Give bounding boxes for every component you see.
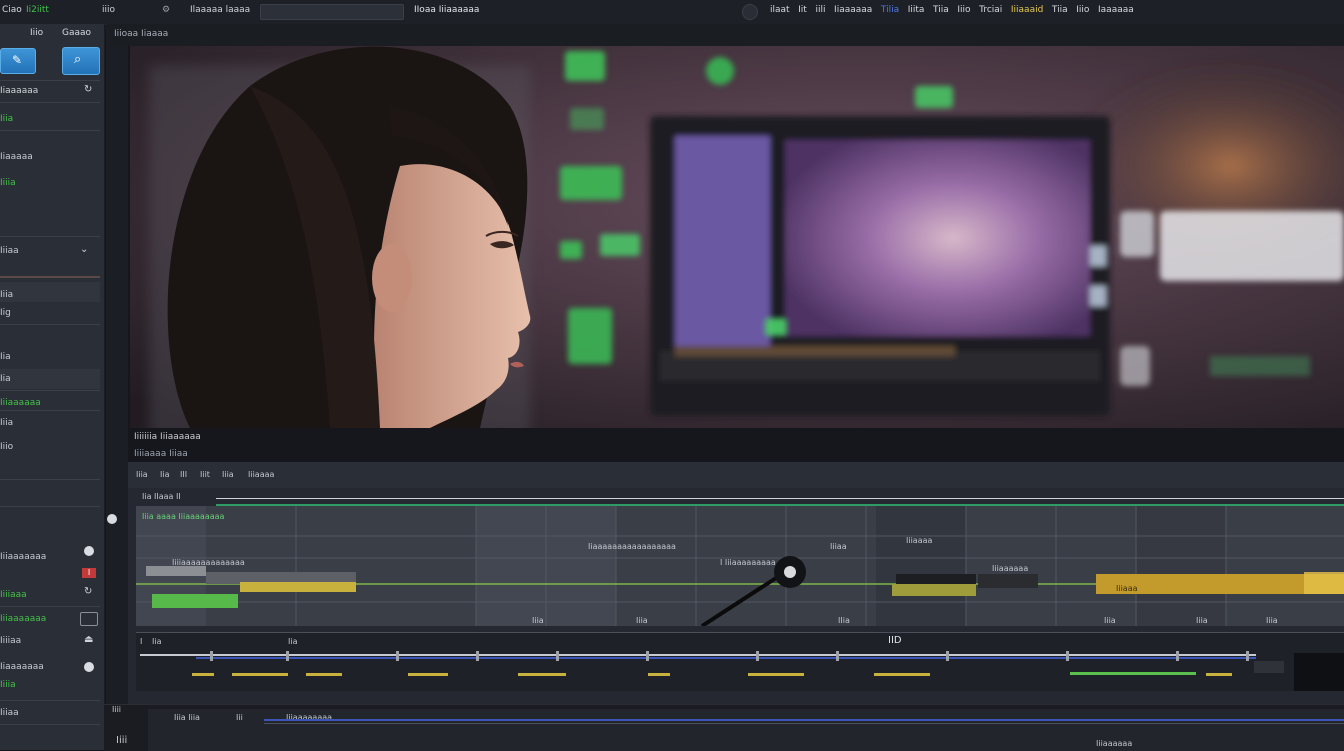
audio-tracks[interactable]: I Iia Iia IID xyxy=(136,632,1344,691)
track-label: Iiia aaaa Iiiaaaaaaaa xyxy=(142,512,225,521)
clip-label: Iiaaaaaaaaaaaaaaaaa xyxy=(588,542,676,551)
clip-label: Iiiaaaa xyxy=(906,536,933,545)
top-search-input[interactable] xyxy=(260,4,404,20)
time-label: Iiia xyxy=(1104,616,1116,625)
sidebar-row[interactable]: Iia xyxy=(0,352,100,362)
time-label: Iiia xyxy=(532,616,544,625)
time-label: Iiia xyxy=(1196,616,1208,625)
clip-label: Iiiaaaaaa xyxy=(992,564,1029,573)
lock-icon[interactable]: ⏏ xyxy=(84,634,93,645)
status-text: Ii2iitt xyxy=(26,5,49,15)
timeline-tool[interactable]: Iiia xyxy=(222,470,234,479)
top-right-item[interactable]: ilaat xyxy=(770,5,790,15)
chevron-down-icon[interactable]: ⌄ xyxy=(80,244,88,255)
timeline-tracks[interactable]: Iiia aaaa Iiiaaaaaaaa Iiaaaaaaaaaaaaaaaa… xyxy=(136,506,1344,628)
option-dot-icon[interactable] xyxy=(84,546,94,556)
top-right-item[interactable]: iili xyxy=(815,5,825,15)
ruler-label: Iia IIaaa II xyxy=(142,492,181,501)
left-sidebar: Iiio Gaaao ✎ ⌕ Iiaaaaaa ↻ Iiia Iiaaaaa I… xyxy=(0,24,105,750)
timeline-toolbar: Iiia Iia III Iiit Iiia Iiiaaaa xyxy=(128,462,1344,488)
top-right-item[interactable]: Iiiaaaid xyxy=(1011,5,1043,15)
sidebar-row[interactable]: Iiio xyxy=(0,442,100,452)
video-preview[interactable] xyxy=(130,46,1344,428)
top-right-item[interactable]: Iiaaaaaa xyxy=(834,5,872,15)
time-label: IIia xyxy=(838,616,850,625)
settings-icon[interactable]: ⚙ xyxy=(162,5,170,15)
clip-subtitle: Iiiiaaaa Iiiaa xyxy=(134,449,188,459)
timeline-tool[interactable]: III xyxy=(180,470,187,479)
pencil-icon: ✎ xyxy=(12,53,23,67)
top-right-item[interactable]: Tilia xyxy=(881,5,899,15)
status-badge: I xyxy=(82,568,96,578)
clip-yellow xyxy=(240,582,356,592)
sidebar-item[interactable]: Iiaaaaa xyxy=(0,152,100,162)
top-right-item[interactable]: Iiita xyxy=(908,5,925,15)
refresh-icon[interactable]: ↻ xyxy=(84,586,92,597)
top-right-item[interactable]: Iaaaaaa xyxy=(1098,5,1134,15)
sidebar-item[interactable]: Iiiaaaaaa xyxy=(0,398,100,408)
clip-label: Iiiiaaaaaaaaaaaaa xyxy=(172,558,245,567)
menu-item-1[interactable]: iiio xyxy=(102,5,115,15)
bottom-label: Iiia Iiia xyxy=(174,713,200,722)
edit-tool-button[interactable]: ✎ xyxy=(0,48,36,74)
bottom-panel: Iiii Iiii Iiia Iiia Iii Iiiaaaaaaaa Iiia… xyxy=(104,704,1344,751)
timeline-tool[interactable]: Iiiaaaa xyxy=(248,470,274,479)
time-label: Iiia xyxy=(636,616,648,625)
preview-frame-image xyxy=(130,46,1344,428)
clip-label: Iiiaaa xyxy=(1116,584,1138,593)
timeline-ruler[interactable]: Iia IIaaa II xyxy=(136,492,1344,506)
viewer-header-label: Iiioaa Iiaaaa xyxy=(114,29,169,39)
window-title: IIoaa Iiiaaaaaa xyxy=(414,5,480,15)
sidebar-item[interactable]: Iiiia xyxy=(0,178,100,188)
top-right-item[interactable]: Iiio xyxy=(1076,5,1089,15)
bottom-label: Iii xyxy=(236,713,243,722)
clip-label: Iiiaa xyxy=(830,542,847,551)
top-right-item[interactable]: Tiia xyxy=(933,5,949,15)
menu-item-2[interactable]: Ilaaaaa laaaa xyxy=(190,5,250,15)
clip-green xyxy=(152,594,238,608)
option-dot-icon[interactable] xyxy=(84,662,94,672)
sidebar-row[interactable]: Iiia xyxy=(0,418,100,428)
top-menu-bar: Ciao Ii2iitt iiio ⚙ Ilaaaaa laaaa IIoaa … xyxy=(0,0,1344,25)
viewer-header: Iiioaa Iiaaaa xyxy=(108,24,1344,46)
app-title: Ciao xyxy=(2,5,22,15)
search-tool-button[interactable]: ⌕ xyxy=(62,47,100,75)
time-label: Iiia xyxy=(1266,616,1278,625)
top-right-item[interactable]: Iit xyxy=(798,5,807,15)
bottom-label: Iiii xyxy=(116,735,128,746)
sidebar-row[interactable]: Iiia xyxy=(0,290,100,300)
audio-graphic xyxy=(140,651,1344,691)
refresh-icon[interactable]: ↻ xyxy=(84,84,92,95)
search-icon: ⌕ xyxy=(74,52,82,67)
left-gutter xyxy=(106,24,128,750)
clip-title: Iiiiiiia Iiiaaaaaa xyxy=(134,432,201,442)
top-right-item[interactable]: Iiio xyxy=(957,5,970,15)
sidebar-item[interactable]: Iiia xyxy=(0,114,100,124)
sidebar-row[interactable]: Iia xyxy=(0,374,100,384)
record-icon[interactable] xyxy=(742,4,758,20)
bottom-label: Iiii xyxy=(112,705,122,714)
timeline-tool[interactable]: Iiia xyxy=(136,470,148,479)
clip-label: I Iiiaaaaaaaaa xyxy=(720,558,776,567)
top-right-item[interactable]: Tiia xyxy=(1052,5,1068,15)
sidebar-lower-item[interactable]: Iiiia xyxy=(0,680,100,690)
sidebar-tab-1[interactable]: Iiio xyxy=(30,28,43,38)
timeline-tool[interactable]: Iiit xyxy=(200,470,210,479)
timeline-tool[interactable]: Iia xyxy=(160,470,169,479)
camera-icon[interactable] xyxy=(80,612,98,626)
scroll-handle[interactable] xyxy=(107,514,117,524)
sidebar-lower-item[interactable]: Iiiaa xyxy=(0,708,100,718)
sidebar-row[interactable]: Iig xyxy=(0,308,100,318)
top-right-item[interactable]: Trciai xyxy=(979,5,1002,15)
bottom-label: Iiiaaaaaa xyxy=(1096,739,1133,748)
sidebar-tab-2[interactable]: Gaaao xyxy=(62,28,91,38)
